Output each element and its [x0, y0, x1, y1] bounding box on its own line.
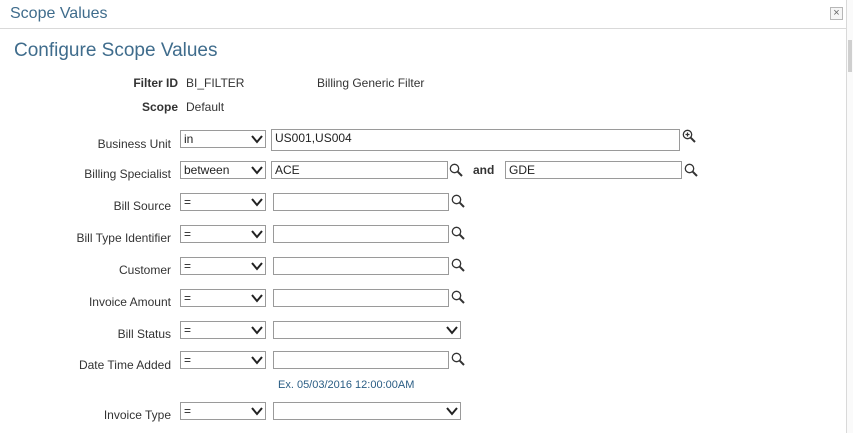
between-and-label: and: [473, 163, 495, 177]
chevron-down-icon: [446, 407, 458, 416]
invoice-type-operator-value: =: [184, 404, 192, 418]
bill-type-identifier-input[interactable]: [273, 225, 449, 243]
magnifier-icon[interactable]: [449, 163, 463, 177]
chevron-down-icon: [251, 262, 263, 271]
bill-status-select[interactable]: [273, 321, 461, 339]
invoice-type-label: Invoice Type: [103, 408, 171, 422]
bill-type-identifier-operator-value: =: [184, 227, 192, 241]
magnifier-icon[interactable]: [451, 290, 465, 304]
date-time-added-operator-value: =: [184, 353, 192, 367]
invoice-amount-input[interactable]: [273, 289, 449, 307]
business-unit-operator-select[interactable]: in: [180, 130, 266, 148]
customer-input[interactable]: [273, 257, 449, 275]
dialog-title: Scope Values: [10, 5, 108, 22]
billing-specialist-operator-select[interactable]: between: [180, 161, 266, 179]
date-time-added-input[interactable]: [273, 351, 449, 369]
billing-specialist-label: Billing Specialist: [84, 167, 171, 181]
bill-status-operator-select[interactable]: =: [180, 321, 266, 339]
magnifier-icon[interactable]: [451, 226, 465, 240]
business-unit-input[interactable]: US001,US004: [271, 129, 680, 151]
magnifier-plus-icon[interactable]: [682, 129, 696, 143]
bill-status-label: Bill Status: [117, 327, 171, 341]
filter-id-label: Filter ID: [133, 76, 178, 90]
bill-source-input[interactable]: [273, 193, 449, 211]
filter-description: Billing Generic Filter: [317, 76, 425, 90]
billing-specialist-to-input[interactable]: GDE: [505, 161, 682, 179]
chevron-down-icon: [251, 135, 263, 144]
invoice-type-operator-select[interactable]: =: [180, 402, 266, 420]
chevron-down-icon: [251, 230, 263, 239]
date-format-hint: Ex. 05/03/2016 12:00:00AM: [278, 379, 415, 391]
chevron-down-icon: [251, 166, 263, 175]
bill-source-operator-select[interactable]: =: [180, 193, 266, 211]
chevron-down-icon: [251, 198, 263, 207]
invoice-amount-operator-select[interactable]: =: [180, 289, 266, 307]
chevron-down-icon: [251, 407, 263, 416]
scope-label: Scope: [141, 100, 178, 114]
bill-type-identifier-operator-select[interactable]: =: [180, 225, 266, 243]
business-unit-operator-value: in: [184, 132, 194, 146]
chevron-down-icon: [251, 294, 263, 303]
dialog-titlebar: Scope Values ×: [0, 0, 846, 29]
business-unit-label: Business Unit: [97, 137, 171, 151]
date-time-added-label: Date Time Added: [78, 358, 171, 372]
billing-specialist-from-value: ACE: [275, 163, 300, 177]
magnifier-icon[interactable]: [684, 163, 698, 177]
scope-value: Default: [186, 100, 225, 114]
close-icon[interactable]: ×: [830, 7, 843, 20]
chevron-down-icon: [251, 356, 263, 365]
billing-specialist-operator-value: between: [184, 163, 230, 177]
bill-status-operator-value: =: [184, 323, 192, 337]
billing-specialist-to-value: GDE: [509, 163, 536, 177]
bill-type-identifier-label: Bill Type Identifier: [76, 231, 172, 245]
bill-source-label: Bill Source: [113, 199, 171, 213]
magnifier-icon[interactable]: [451, 258, 465, 272]
customer-label: Customer: [118, 263, 171, 277]
invoice-amount-operator-value: =: [184, 291, 192, 305]
filter-id-value: BI_FILTER: [186, 76, 245, 90]
bill-source-operator-value: =: [184, 195, 192, 209]
date-time-added-operator-select[interactable]: =: [180, 351, 266, 369]
billing-specialist-from-input[interactable]: ACE: [271, 161, 448, 179]
invoice-amount-label: Invoice Amount: [88, 295, 171, 309]
invoice-type-select[interactable]: [273, 402, 461, 420]
scrollbar-thumb[interactable]: [848, 40, 852, 72]
chevron-down-icon: [251, 326, 263, 335]
scrollbar[interactable]: [846, 0, 853, 433]
magnifier-icon[interactable]: [451, 194, 465, 208]
customer-operator-select[interactable]: =: [180, 257, 266, 275]
chevron-down-icon: [446, 326, 458, 335]
magnifier-icon[interactable]: [451, 352, 465, 366]
customer-operator-value: =: [184, 259, 192, 273]
page-title: Configure Scope Values: [14, 40, 218, 61]
business-unit-value: US001,US004: [275, 131, 352, 145]
